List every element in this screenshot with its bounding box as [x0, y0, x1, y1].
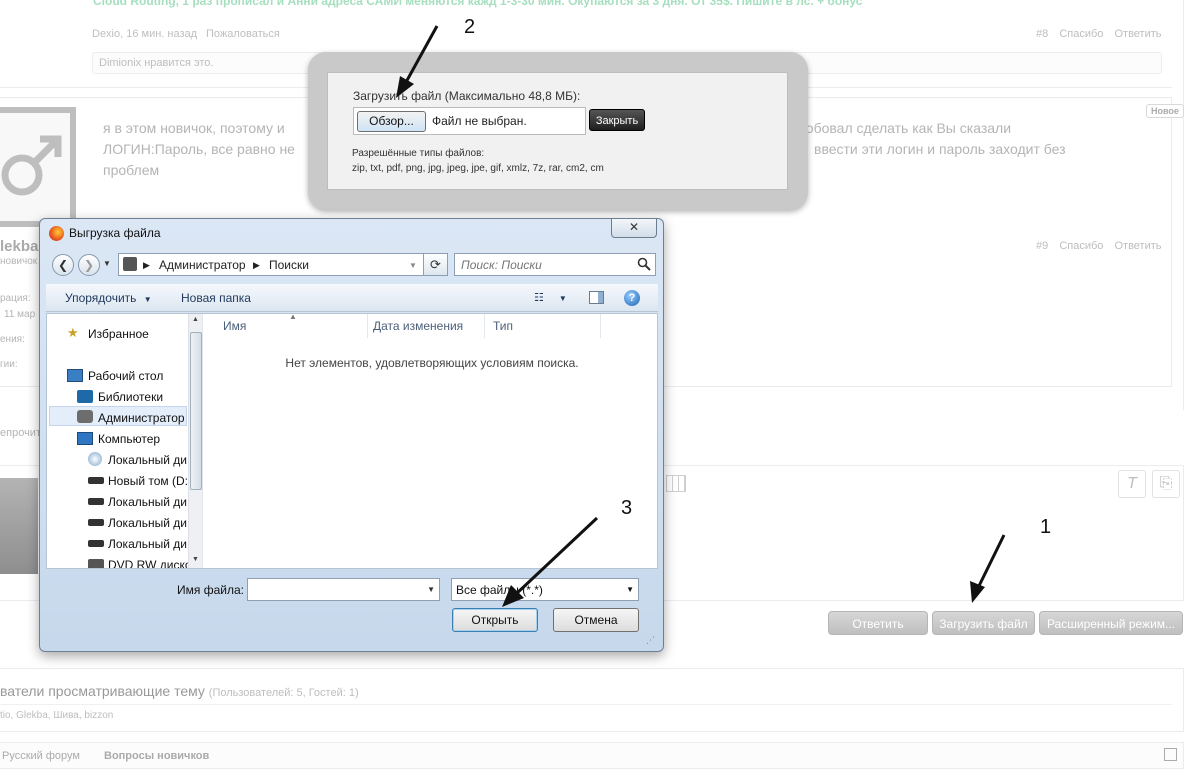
arrow-2-head-icon: [396, 76, 414, 98]
arrow-1-shaft: [975, 534, 1006, 591]
arrow-3-shaft: [513, 516, 599, 597]
arrow-2-shaft: [403, 25, 439, 85]
annotation-number-2: 2: [464, 16, 476, 38]
annotation-number-1: 1: [1040, 516, 1052, 538]
annotation-number-3: 3: [621, 497, 633, 519]
annotation-arrows: [396, 25, 1006, 607]
arrow-1-head-icon: [970, 581, 985, 603]
